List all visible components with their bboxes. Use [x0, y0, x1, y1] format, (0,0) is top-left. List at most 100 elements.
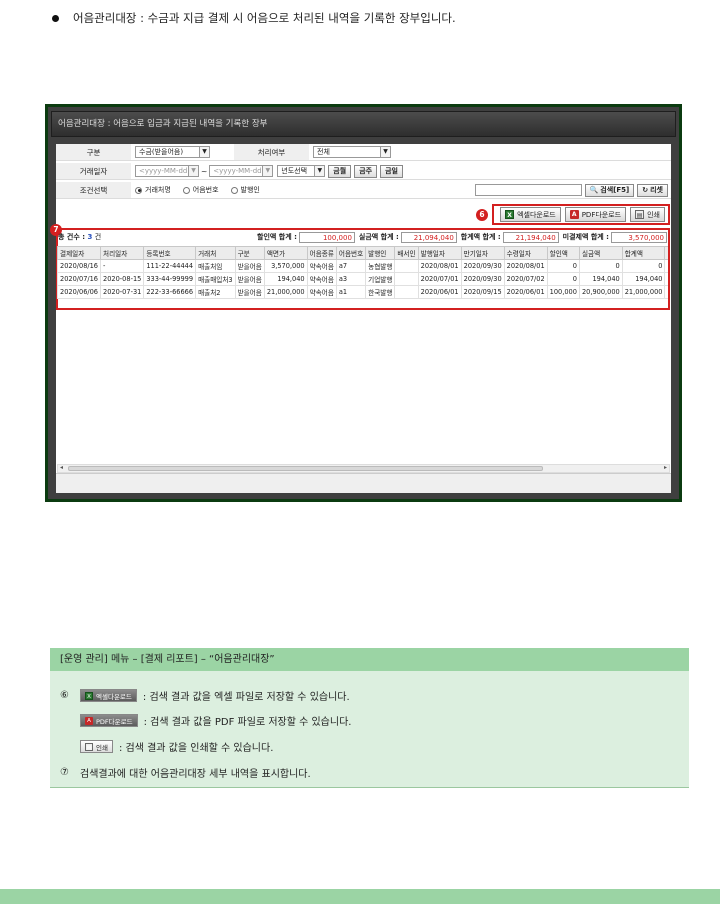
table-cell: 2020/08/01: [503, 259, 548, 273]
table-row[interactable]: 2020/08/16-111-22-44444 매출처임 받을어음 3,570,000…: [57, 259, 668, 273]
summary-bar: 총 건수 : 3 건 할인액 합계 :100,000 실금액 합계 :21,09…: [58, 231, 667, 243]
table-cell: 2020/06/01: [503, 285, 548, 299]
info-row-pdf: A PDF다운로드 : 검색 결과 값을 PDF 파일로 저장할 수 있습니다.: [80, 713, 351, 728]
actual-label: 실금액 합계 :: [358, 233, 399, 241]
grid-header-cell[interactable]: 발행인: [365, 246, 396, 260]
mark-7: ⑦: [60, 767, 69, 778]
filter-row-type: 구분 수금(받을어음) ▼ 처리여부 전체 ▼: [56, 144, 671, 161]
grid-header-cell[interactable]: 수령일자: [503, 246, 548, 260]
horizontal-scrollbar[interactable]: ◂ ▸: [57, 464, 670, 473]
excel-icon: X: [85, 691, 93, 700]
table-cell: 2020-07-31: [100, 285, 145, 299]
type-select-value: 수금(받을어음): [139, 148, 184, 156]
grid-viewport: 결제일자 처리일자 등록번호 거래처 구분 액면가 어음종류 어음번호 발행인 배서인 발행일자 만기…: [57, 246, 668, 306]
grid-header-cell[interactable]: 어음종류: [306, 246, 337, 260]
table-cell: 194,040: [578, 272, 623, 286]
unsettled-value: 3,570,000: [611, 231, 667, 243]
table-cell: 2020/06/01: [417, 285, 462, 299]
chevron-down-icon: ▼: [188, 166, 198, 176]
scroll-left-icon[interactable]: ◂: [60, 464, 63, 471]
table-cell: 0: [546, 272, 580, 286]
grid-header-cell[interactable]: 거래처: [195, 246, 236, 260]
info-box: [운영 관리] 메뉴 – [결제 리포트] – “어음관리대장” ⑥ X 엑셀다운…: [50, 648, 689, 788]
info-print-desc: : 검색 결과 값을 인쇄할 수 있습니다.: [118, 743, 274, 754]
table-cell: 21,000,000: [263, 285, 308, 299]
grid-header-cell[interactable]: 등록번호: [143, 246, 197, 260]
table-cell: 2020/07/01: [417, 272, 462, 286]
process-select-value: 전체: [317, 148, 330, 156]
count-label: 총 건수 :: [58, 233, 85, 241]
search-input[interactable]: [474, 184, 582, 196]
grid-header-cell[interactable]: 만기일자: [460, 246, 505, 260]
info-row-grid: ⑦ 검색결과에 대한 어음관리대장 세부 내역을 표시합니다.: [60, 765, 311, 780]
mark-6: ⑥: [60, 690, 69, 701]
table-cell: 2020-08-15: [100, 272, 145, 286]
filter-row-date: 거래일자 <yyyy-MM-dd> ▼ ~ <yyyy-MM-dd> ▼ 년도선…: [56, 163, 671, 180]
table-row[interactable]: 2020/06/06 2020-07-31 222-33-66666 매출처2 받을어음…: [57, 285, 668, 299]
table-cell: 333-44-99999: [143, 272, 197, 286]
reset-button[interactable]: ↻ 리셋: [637, 183, 668, 197]
printer-icon: ▤: [635, 210, 645, 219]
grid-header-cell[interactable]: 구분: [234, 246, 265, 260]
search-button[interactable]: 🔍 검색[F5]: [584, 183, 635, 197]
grid-header-cell[interactable]: 발행일자: [417, 246, 462, 260]
table-cell: 약속어음: [306, 259, 337, 273]
table-cell: [394, 272, 419, 286]
date-from-value: <yyyy-MM-dd>: [139, 167, 194, 175]
radio-note-label: 어음번호: [192, 186, 219, 194]
scroll-right-icon[interactable]: ▸: [664, 464, 667, 471]
date-to-input[interactable]: <yyyy-MM-dd> ▼: [209, 165, 274, 177]
info-pdf-desc: : 검색 결과 값을 PDF 파일로 저장할 수 있습니다.: [143, 717, 352, 728]
info-excel-desc: : 검색 결과 값을 엑셀 파일로 저장할 수 있습니다.: [142, 692, 350, 703]
grid-header-cell[interactable]: 결제일자: [57, 246, 102, 260]
process-label: 처리여부: [234, 144, 309, 160]
radio-issuer[interactable]: 발행인: [230, 185, 260, 195]
pdf-icon: A: [85, 716, 93, 725]
pdf-download-label: PDF다운로드: [581, 210, 622, 219]
table-cell: 111-22-44444: [143, 259, 197, 273]
grid-header-cell[interactable]: 어음번호: [335, 246, 367, 260]
table-cell: a3: [335, 272, 367, 286]
year-select[interactable]: 년도선택 ▼: [277, 165, 326, 177]
excel-download-button[interactable]: X 엑셀다운로드: [500, 207, 561, 222]
table-cell: -: [100, 259, 145, 273]
this-week-button[interactable]: 금주: [354, 164, 378, 178]
table-cell: 한국발행: [365, 285, 396, 299]
print-button[interactable]: ▤ 인쇄: [630, 207, 665, 222]
table-cell: 기업발행: [365, 272, 396, 286]
table-cell: 약속어음: [306, 272, 337, 286]
refresh-icon: ↻: [642, 186, 649, 194]
grid-header-cell[interactable]: 배서인: [394, 246, 419, 260]
table-cell: 222-33-66666: [143, 285, 197, 299]
radio-client-label: 거래처명: [145, 186, 171, 194]
grid-header-cell[interactable]: 미: [664, 246, 668, 260]
today-button[interactable]: 금일: [380, 164, 403, 178]
table-cell: 2020/06/06: [57, 285, 102, 299]
scroll-thumb[interactable]: [68, 466, 543, 471]
date-to-value: <yyyy-MM-dd>: [213, 167, 268, 175]
pdf-download-button[interactable]: A PDF다운로드: [564, 207, 627, 222]
table-cell: 0: [578, 259, 623, 273]
type-select[interactable]: 수금(받을어음) ▼: [135, 146, 210, 158]
process-select[interactable]: 전체 ▼: [313, 146, 391, 158]
table-cell: 194,040: [621, 272, 666, 286]
this-month-button[interactable]: 금월: [328, 164, 352, 178]
table-cell: 2020/08/01: [417, 259, 462, 273]
grid-header-cell[interactable]: 처리일자: [100, 246, 145, 260]
grid-header-cell[interactable]: 할인액: [546, 246, 580, 260]
table-cell: 농협발행: [365, 259, 396, 273]
grid-header-cell[interactable]: 액면가: [263, 246, 308, 260]
print-label: 인쇄: [647, 210, 660, 219]
radio-client[interactable]: 거래처명: [135, 185, 171, 195]
radio-note-number[interactable]: 어음번호: [182, 185, 219, 195]
table-cell: 2020/09/15: [460, 285, 505, 299]
date-from-input[interactable]: <yyyy-MM-dd> ▼: [135, 165, 199, 177]
grid-header-cell[interactable]: 합계액: [621, 246, 666, 260]
callout-6: 6: [476, 209, 488, 221]
count-summary: 총 건수 : 3 건: [58, 232, 101, 242]
table-row[interactable]: 2020/07/16 2020-08-15 333-44-99999 매출매입처3 받을…: [57, 272, 668, 286]
grid-header-cell[interactable]: 실금액: [578, 246, 623, 260]
table-cell: 받을어음: [234, 259, 265, 273]
discount-sum: 할인액 합계 :100,000: [257, 231, 355, 243]
info-excel-label: 엑셀다운로드: [96, 692, 132, 701]
